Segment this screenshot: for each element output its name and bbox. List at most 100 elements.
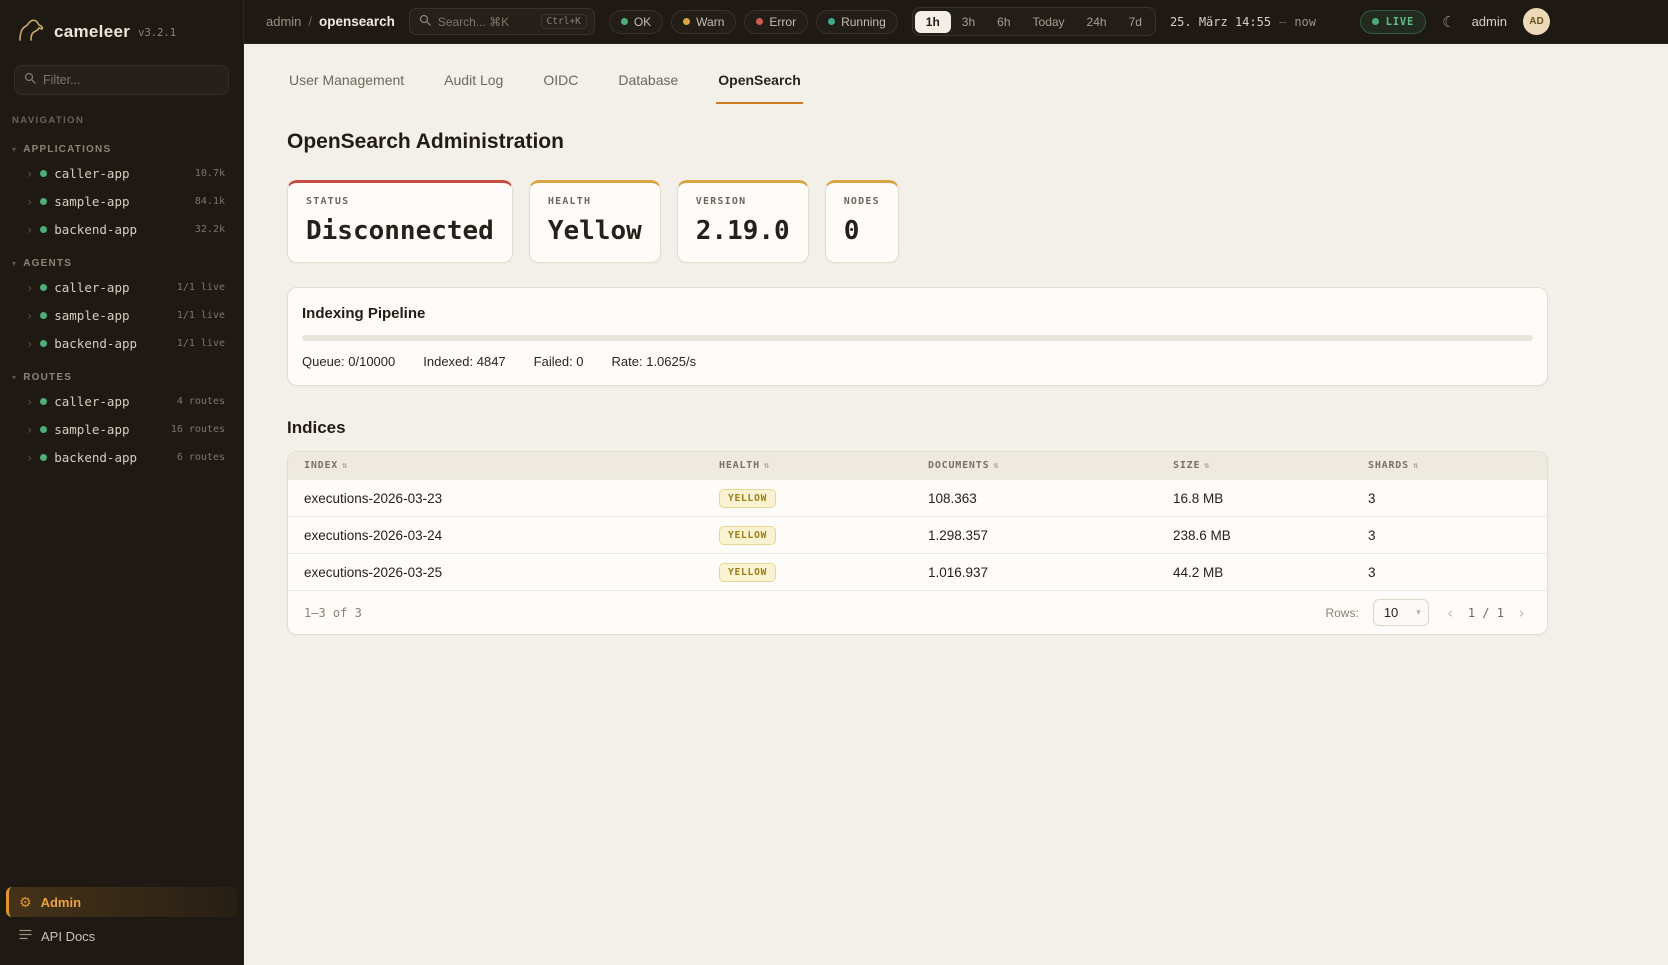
filter-pill-warn[interactable]: Warn	[671, 10, 736, 34]
cell-shards: 3	[1352, 491, 1547, 506]
cell-index: executions-2026-03-25	[288, 565, 703, 580]
time-range-today[interactable]: Today	[1022, 11, 1076, 33]
next-page-button[interactable]: ›	[1514, 604, 1529, 622]
breadcrumb-parent[interactable]: admin	[266, 14, 301, 29]
rows-per-page-select[interactable]: 10 ▾	[1373, 599, 1429, 626]
filter-pill-running[interactable]: Running	[816, 10, 898, 34]
collapse-triangle-icon: ▾	[12, 145, 17, 154]
filter-label: Error	[769, 15, 796, 29]
chevron-right-icon: ›	[26, 281, 33, 295]
topbar-right: LIVE ☾ admin AD	[1360, 8, 1668, 35]
column-header-health[interactable]: HEALTH ⇅	[703, 460, 912, 471]
section-header-routes[interactable]: ▾ ROUTES	[0, 368, 243, 387]
status-dot	[40, 226, 47, 233]
previous-page-button[interactable]: ‹	[1443, 604, 1458, 622]
item-badge: 32.2k	[195, 224, 225, 235]
column-header-size[interactable]: SIZE ⇅	[1157, 460, 1352, 471]
date-from: 25. März 14:55	[1170, 15, 1271, 29]
global-search-input[interactable]: Search... ⌘K Ctrl+K	[409, 8, 595, 35]
stat-cards: STATUS Disconnected HEALTH Yellow VERSIO…	[287, 180, 1548, 263]
pager: ‹ 1 / 1 ›	[1443, 604, 1529, 622]
item-label: caller-app	[54, 166, 129, 181]
main-area: admin / opensearch Search... ⌘K Ctrl+K O…	[244, 0, 1668, 965]
date-to: now	[1294, 15, 1316, 29]
status-dot	[40, 312, 47, 319]
section-agents: ▾ AGENTS › caller-app 1/1 live › sample-…	[0, 254, 243, 358]
status-dot	[40, 284, 47, 291]
cell-size: 16.8 MB	[1157, 491, 1352, 506]
stat-card-health: HEALTH Yellow	[529, 180, 661, 263]
filter-pill-ok[interactable]: OK	[609, 10, 663, 34]
ok-status-dot	[621, 18, 628, 25]
date-range-display[interactable]: 25. März 14:55 — now	[1170, 15, 1316, 29]
sidebar-item-route-sample[interactable]: › sample-app 16 routes	[6, 416, 237, 443]
tab-opensearch[interactable]: OpenSearch	[716, 64, 802, 104]
sidebar-item-route-backend[interactable]: › backend-app 6 routes	[6, 444, 237, 471]
error-status-dot	[756, 18, 763, 25]
sort-icon: ⇅	[1413, 461, 1419, 471]
cell-shards: 3	[1352, 565, 1547, 580]
tab-user-management[interactable]: User Management	[287, 64, 406, 104]
column-label: HEALTH	[719, 460, 760, 471]
column-header-shards[interactable]: SHARDS ⇅	[1352, 460, 1547, 471]
row-range-text: 1–3 of 3	[304, 606, 362, 620]
sidebar-item-agent-sample[interactable]: › sample-app 1/1 live	[6, 302, 237, 329]
sidebar-item-agent-caller[interactable]: › caller-app 1/1 live	[6, 274, 237, 301]
filter-input[interactable]	[43, 73, 219, 87]
tab-oidc[interactable]: OIDC	[541, 64, 580, 104]
sidebar-item-api-docs[interactable]: API Docs	[6, 921, 237, 951]
time-range-1h[interactable]: 1h	[915, 11, 951, 33]
sidebar-item-app-sample[interactable]: › sample-app 84.1k	[6, 188, 237, 215]
sidebar-item-app-backend[interactable]: › backend-app 32.2k	[6, 216, 237, 243]
cell-documents: 1.298.357	[912, 528, 1157, 543]
item-badge: 10.7k	[195, 168, 225, 179]
cell-size: 44.2 MB	[1157, 565, 1352, 580]
breadcrumb: admin / opensearch	[266, 14, 395, 29]
stat-value: 0	[844, 216, 880, 246]
section-header-applications[interactable]: ▾ APPLICATIONS	[0, 140, 243, 159]
chevron-right-icon: ›	[26, 309, 33, 323]
search-placeholder: Search... ⌘K	[438, 15, 534, 29]
column-header-documents[interactable]: DOCUMENTS ⇅	[912, 460, 1157, 471]
column-header-index[interactable]: INDEX ⇅	[288, 460, 703, 471]
rows-per-page-value: 10	[1384, 605, 1398, 620]
app-logo[interactable]: cameleer v3.2.1	[0, 0, 243, 57]
item-label: sample-app	[54, 308, 129, 323]
time-range-7d[interactable]: 7d	[1118, 11, 1153, 33]
chevron-right-icon: ›	[26, 195, 33, 209]
content-area: User Management Audit Log OIDC Database …	[244, 44, 1668, 965]
item-label: caller-app	[54, 280, 129, 295]
live-toggle[interactable]: LIVE	[1360, 10, 1427, 34]
live-status-dot	[1372, 18, 1379, 25]
table-row: executions-2026-03-23 YELLOW 108.363 16.…	[288, 479, 1547, 516]
sidebar: cameleer v3.2.1 NAVIGATION ▾ APPLICATION…	[0, 0, 244, 965]
sidebar-item-admin[interactable]: ⚙ Admin	[6, 887, 237, 917]
sidebar-item-app-caller[interactable]: › caller-app 10.7k	[6, 160, 237, 187]
time-range-24h[interactable]: 24h	[1076, 11, 1118, 33]
dark-mode-toggle-icon[interactable]: ☾	[1442, 13, 1455, 31]
navigation-label: NAVIGATION	[0, 99, 243, 130]
search-icon	[24, 71, 36, 89]
user-avatar[interactable]: AD	[1523, 8, 1550, 35]
sidebar-filter-box[interactable]	[14, 65, 229, 95]
tab-audit-log[interactable]: Audit Log	[442, 64, 505, 104]
status-filters: OK Warn Error Running	[609, 10, 898, 34]
stat-label: VERSION	[696, 196, 790, 207]
api-docs-label: API Docs	[41, 929, 95, 944]
column-label: SIZE	[1173, 460, 1200, 471]
filter-pill-error[interactable]: Error	[744, 10, 808, 34]
status-dot	[40, 398, 47, 405]
sidebar-item-route-caller[interactable]: › caller-app 4 routes	[6, 388, 237, 415]
section-header-agents[interactable]: ▾ AGENTS	[0, 254, 243, 273]
tab-database[interactable]: Database	[616, 64, 680, 104]
stat-value: 2.19.0	[696, 216, 790, 246]
app-version: v3.2.1	[138, 27, 176, 39]
stat-card-status: STATUS Disconnected	[287, 180, 513, 263]
stat-label: NODES	[844, 196, 880, 207]
column-label: INDEX	[304, 460, 338, 471]
time-range-6h[interactable]: 6h	[986, 11, 1021, 33]
item-badge: 1/1 live	[177, 282, 225, 293]
indices-title: Indices	[287, 418, 1548, 438]
sidebar-item-agent-backend[interactable]: › backend-app 1/1 live	[6, 330, 237, 357]
time-range-3h[interactable]: 3h	[951, 11, 986, 33]
